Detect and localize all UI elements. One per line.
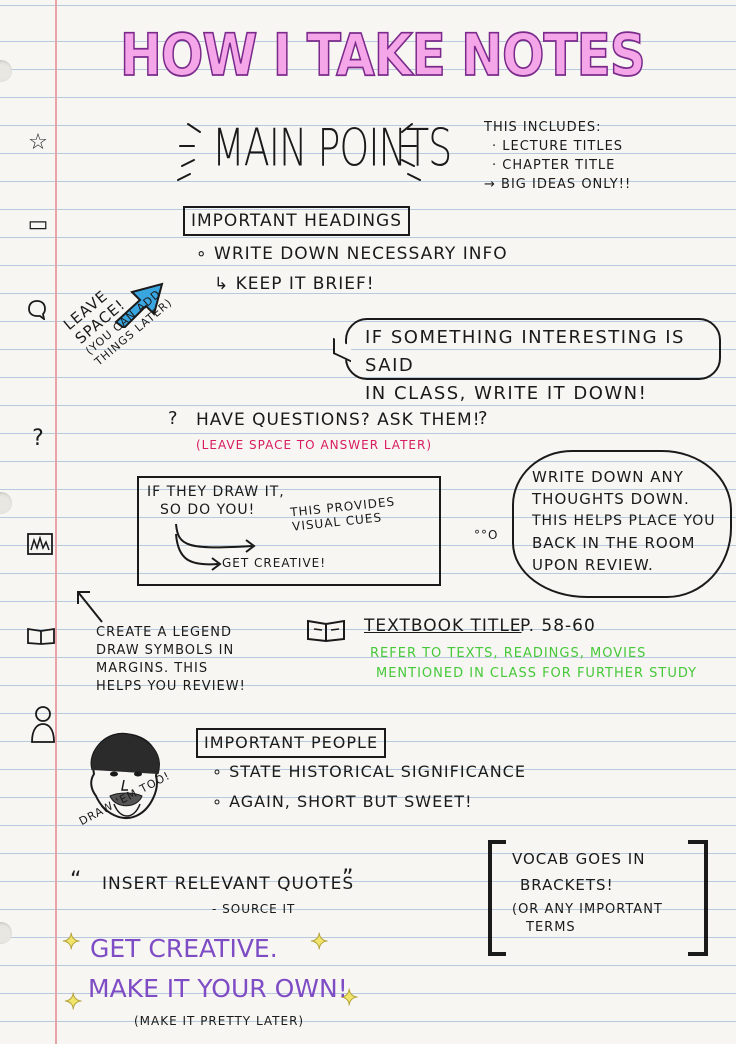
- vocab-line: terms: [526, 920, 576, 935]
- quote-close-icon: ”: [342, 866, 355, 891]
- includes-item: → Big ideas only!!: [484, 177, 632, 192]
- textbook-note: mentioned in class for further study: [376, 666, 698, 681]
- question-mark-icon: ?: [478, 408, 489, 429]
- book-icon: [307, 619, 345, 642]
- questions-sub: (Leave space to answer later): [196, 438, 433, 452]
- legend-line: draw symbols in: [96, 643, 235, 658]
- curved-arrows-icon: [175, 523, 256, 571]
- binder-hole: [0, 922, 12, 944]
- book-icon: [27, 627, 55, 645]
- legend-line: margins. This: [96, 661, 209, 676]
- page-title: How I Take Notes: [119, 21, 646, 89]
- quote-open-icon: “: [70, 868, 83, 893]
- textbook-pages: p. 58-60: [520, 616, 596, 636]
- margin-line: [55, 0, 57, 1044]
- quotes-source: - source it: [212, 902, 296, 916]
- question-mark-icon: ?: [32, 426, 44, 451]
- includes-item: · Lecture titles: [492, 139, 624, 154]
- cloud-line: Write down any: [532, 468, 684, 486]
- people-bullet: ∘ Again, short but sweet!: [212, 792, 473, 811]
- person-icon: [31, 706, 55, 743]
- legend-line: Create a legend: [96, 625, 232, 640]
- get-creative-sub: (Make it pretty later): [134, 1014, 305, 1028]
- rectangle-icon: ▭: [27, 212, 49, 237]
- includes-label: This includes:: [484, 120, 602, 135]
- draw-line: so do you!: [160, 502, 256, 518]
- sparkle-icon: ✦: [63, 990, 83, 1016]
- leave-space-note: Leave Space! (You can add things later): [60, 224, 216, 369]
- quotes-heading: Insert relevant quotes: [102, 874, 355, 894]
- questions-heading: Have questions? Ask them!: [196, 410, 481, 430]
- important-people-label: Important People: [196, 728, 387, 758]
- question-mark-icon: ?: [168, 408, 179, 429]
- people-bullet: ∘ State historical significance: [212, 762, 526, 781]
- star-icon: ☆: [28, 130, 48, 155]
- binder-hole: [0, 60, 12, 82]
- main-points-heading: Main Points: [212, 118, 452, 178]
- chart-icon: [27, 533, 53, 555]
- draw-line: If they draw it,: [147, 484, 285, 500]
- cloud-line: thoughts down.: [532, 490, 690, 508]
- arrow-up-left-icon: [77, 591, 103, 623]
- includes-item: · Chapter title: [492, 158, 616, 173]
- cloud-line: This helps place you: [532, 513, 716, 529]
- speech-bubble-icon: [28, 300, 46, 320]
- cloud-line: upon review.: [532, 556, 654, 574]
- headings-sub-bullet: ↳ Keep it brief!: [214, 274, 375, 294]
- headings-bullet: ∘ Write down necessary info: [196, 244, 508, 264]
- binder-hole: [0, 492, 12, 514]
- get-creative-line: Make it your own!: [88, 974, 348, 1003]
- sparkle-icon: ✦: [61, 930, 81, 956]
- speech-bubble-tail: [333, 337, 351, 363]
- important-headings-label: Important Headings: [183, 206, 411, 236]
- sparkle-icon: ✦: [309, 930, 329, 956]
- cloud-line: back in the room: [532, 534, 696, 552]
- vocab-line: Vocab goes in: [512, 850, 646, 868]
- speech-line: If something interesting is said: [365, 327, 685, 376]
- speech-bubble: If something interesting is said in clas…: [333, 318, 721, 404]
- thought-cloud: Write down any thoughts down. This helps…: [512, 450, 732, 598]
- textbook-title: Textbook title: [364, 616, 522, 636]
- legend-line: helps you review!: [96, 679, 246, 694]
- legend-note: Create a legend draw symbols in margins.…: [96, 624, 246, 696]
- get-creative-line: Get creative.: [90, 934, 278, 963]
- speech-line: in class, write it down!: [365, 383, 648, 404]
- thought-dots: °°o: [474, 528, 499, 542]
- vocab-line: brackets!: [520, 876, 614, 894]
- vocab-line: (or any important: [512, 902, 663, 917]
- textbook-note: Refer to texts, readings, movies: [370, 646, 647, 661]
